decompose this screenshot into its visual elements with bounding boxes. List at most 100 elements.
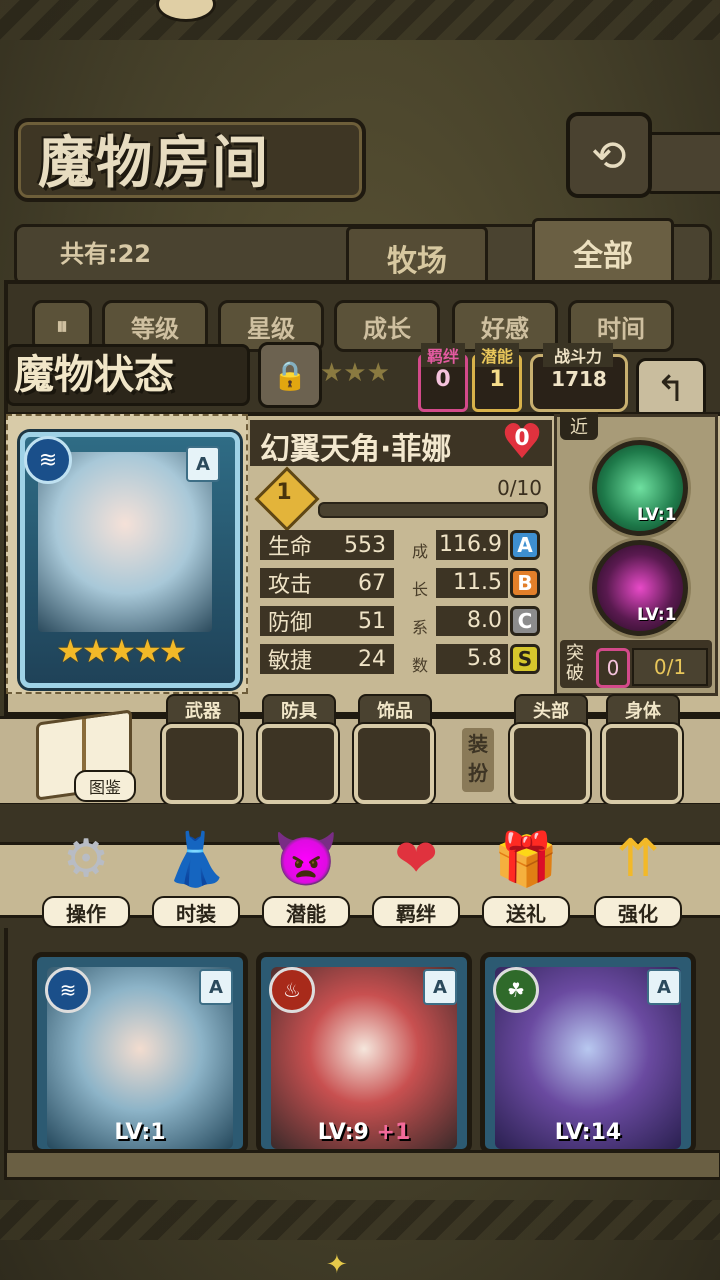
action-label: 送礼 — [482, 896, 570, 928]
card-level: LV:1 — [114, 1120, 166, 1145]
stat-label: 防御 — [268, 611, 313, 636]
action-operate-button[interactable]: ⚙ 操作 — [40, 822, 132, 928]
potential-box: 潜能 1 — [472, 343, 522, 412]
tab-all[interactable]: 全部 — [532, 218, 674, 288]
card-level-text: LV:9 — [317, 1120, 369, 1145]
codex-button[interactable]: 图鉴 — [74, 770, 136, 802]
grade-badge: S — [510, 644, 540, 674]
monster-card[interactable]: ☘ A LV:14 — [480, 952, 696, 1154]
grade-badge: A — [510, 530, 540, 560]
lock-button[interactable]: 🔒 — [258, 342, 322, 408]
growth-value: 5.8 — [436, 644, 508, 674]
rank-badge: A — [186, 446, 220, 482]
star-icon: ★ — [81, 632, 111, 670]
breakthrough-progress: 0/1 — [632, 648, 708, 686]
back-button[interactable]: ⟲ — [566, 112, 652, 198]
stat-label: 敏捷 — [268, 649, 313, 674]
stat-row-agility: 敏捷 24 — [260, 644, 394, 674]
action-label: 时装 — [152, 896, 240, 928]
action-potential-button[interactable]: 👿 潜能 — [260, 822, 352, 928]
attack-type-tag: 近 — [560, 412, 598, 440]
stat-label: 生命 — [268, 535, 313, 560]
action-label: 操作 — [42, 896, 130, 928]
power-box: 战斗力 1718 — [530, 343, 628, 412]
monster-name: 幻翼天角·菲娜 — [260, 432, 452, 467]
hearts-icon: ❤ — [394, 829, 438, 889]
status-title: 魔物状态 — [14, 351, 174, 398]
skill-level: LV:1 — [637, 605, 677, 625]
power-label: 战斗力 — [543, 343, 613, 367]
growth-value: 8.0 — [436, 606, 508, 636]
grade-badge: C — [510, 606, 540, 636]
action-gift-button[interactable]: 🎁 送礼 — [480, 822, 572, 928]
action-label: 羁绊 — [372, 896, 460, 928]
page-title: 魔物房间 — [38, 130, 270, 196]
growth-value: 116.9 — [436, 530, 508, 560]
growth-label-char: 成 — [411, 542, 428, 561]
body-slot[interactable] — [602, 724, 682, 804]
back-button-extension — [644, 132, 720, 194]
return-icon: ↰ — [655, 368, 687, 410]
action-label: 强化 — [594, 896, 682, 928]
growth-label-char: 系 — [411, 618, 428, 637]
xp-bar — [318, 502, 548, 518]
card-level: LV:14 — [554, 1120, 622, 1145]
top-border — [0, 0, 720, 40]
card-rank: A — [199, 969, 233, 1005]
card-rank: A — [423, 969, 457, 1005]
monster-count: 共有:22 — [60, 240, 151, 268]
shadow-demon-icon: 👿 — [273, 829, 339, 890]
return-button[interactable]: ↰ — [636, 358, 706, 420]
star-rating: ★★★★★ — [56, 632, 188, 670]
gear-icon: ⚙ — [62, 829, 110, 889]
monster-card[interactable]: ≋ A LV:1 — [32, 952, 248, 1154]
growth-value: 11.5 — [436, 568, 508, 598]
level-value: 1 — [276, 480, 292, 505]
growth-label-char: 长 — [411, 580, 428, 599]
sort-toggle-icon: ⏸ — [56, 312, 68, 340]
armor-slot[interactable] — [258, 724, 338, 804]
affection-value: 0 — [514, 426, 530, 451]
tree-skill-icon[interactable]: LV:1 — [592, 440, 688, 536]
potential-value: 1 — [489, 367, 505, 392]
outfit-icon: 👗 — [163, 829, 229, 890]
star-icon: ★ — [56, 632, 85, 670]
breakthrough-count: 0 — [596, 648, 630, 688]
growth-label-char: 数 — [411, 656, 428, 675]
stat-value: 67 — [358, 570, 386, 596]
card-level: LV:9 +1 — [261, 1120, 467, 1145]
leaf-element-icon: ☘ — [493, 967, 539, 1013]
star-icon: ★ — [158, 632, 188, 670]
grade-badge: B — [510, 568, 540, 598]
action-bond-button[interactable]: ❤ 羁绊 — [370, 822, 462, 928]
star-icon: ★ — [107, 632, 136, 670]
bond-label: 羁绊 — [421, 343, 465, 367]
accessory-slot[interactable] — [354, 724, 434, 804]
stat-row-hp: 生命 553 — [260, 530, 394, 560]
bond-value: 0 — [435, 367, 451, 392]
slot-label-body: 身体 — [606, 694, 680, 726]
card-bonus: +1 — [376, 1120, 411, 1145]
slot-label-weapon: 武器 — [166, 694, 240, 726]
slot-label-head: 头部 — [514, 694, 588, 726]
sparkle-heal-skill-icon[interactable]: LV:1 — [592, 540, 688, 636]
skill-level: LV:1 — [637, 505, 677, 525]
monster-card[interactable]: ♨ A LV:9 +1 — [256, 952, 472, 1154]
action-outfit-button[interactable]: 👗 时装 — [150, 822, 242, 928]
bond-box: 羁绊 0 — [418, 343, 468, 412]
faded-stars: ★★★ — [320, 358, 390, 388]
star-icon: ★ — [133, 632, 162, 670]
weapon-slot[interactable] — [162, 724, 242, 804]
fire-element-icon: ♨ — [269, 967, 315, 1013]
xp-text: 0/10 — [497, 476, 542, 500]
head-slot[interactable] — [510, 724, 590, 804]
potential-label: 潜能 — [475, 343, 519, 367]
action-upgrade-button[interactable]: ⇈ 强化 — [592, 822, 684, 928]
bottom-ornament-icon: ✦ — [326, 1250, 348, 1280]
action-label: 潜能 — [262, 896, 350, 928]
stat-value: 24 — [358, 646, 386, 672]
lock-icon: 🔒 — [272, 358, 308, 392]
water-element-icon: ≋ — [24, 436, 72, 484]
power-value: 1718 — [551, 367, 607, 391]
card-rank: A — [647, 969, 681, 1005]
